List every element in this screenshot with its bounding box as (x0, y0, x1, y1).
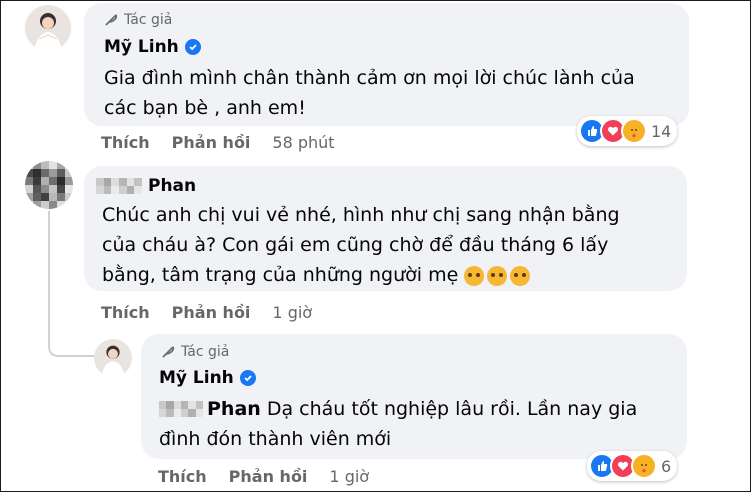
reply-button[interactable]: Phản hồi (229, 467, 308, 486)
like-button[interactable]: Thích (158, 467, 207, 486)
reply-thread-line (48, 211, 95, 357)
commenter-name[interactable]: Phan (96, 176, 196, 196)
reply-button[interactable]: Phản hồi (172, 303, 251, 322)
feather-icon (105, 14, 118, 26)
commenter-name[interactable]: Mỹ Linh (159, 368, 256, 388)
comment-bubble: Phan Chúc anh chị vui vẻ nhé, hình như c… (84, 166, 687, 291)
heart-face-emoji-icon (464, 265, 485, 286)
comment-text-line: của cháu à? Con gái em cũng chờ để đầu t… (102, 234, 609, 256)
reply-actions: Thích Phản hồi 1 giờ (158, 467, 369, 486)
comment-text: Chúc anh chị vui vẻ nhé, hình như chị sa… (102, 200, 682, 290)
feather-icon (162, 346, 175, 358)
avatar-my-linh[interactable] (94, 339, 132, 377)
comment-timestamp[interactable]: 1 giờ (272, 303, 312, 322)
comment-bubble: Tác giả Mỹ Linh Gia đình mình chân thành… (84, 3, 689, 126)
comment-actions: Thích Phản hồi 1 giờ (101, 303, 312, 322)
avatar-pixelated[interactable] (25, 161, 73, 209)
avatar-my-linh[interactable] (25, 5, 71, 51)
reaction-summary[interactable]: 14 (577, 116, 678, 146)
like-button[interactable]: Thích (101, 303, 150, 322)
comment-actions: Thích Phản hồi 58 phút (101, 133, 335, 152)
reaction-count: 6 (661, 456, 672, 476)
comment-text-line: Gia đình mình chân thành cảm ơn mọi lời … (104, 67, 635, 89)
heart-face-emoji-icon (487, 265, 508, 286)
blurred-mention-prefix (159, 401, 203, 417)
comment-text-line: Chúc anh chị vui vẻ nhé, hình như chị sa… (102, 204, 620, 226)
comment-timestamp[interactable]: 1 giờ (329, 467, 369, 486)
verified-badge-icon (239, 370, 256, 386)
reaction-summary[interactable]: 6 (587, 451, 678, 481)
comment-text: Gia đình mình chân thành cảm ơn mọi lời … (104, 63, 684, 123)
comment-text-line: Phan Dạ cháu tốt nghiệp lâu rồi. Lần nay… (159, 394, 679, 424)
reaction-count: 14 (651, 121, 672, 141)
commenter-name[interactable]: Mỹ Linh (104, 37, 201, 57)
comment-text: Phan Dạ cháu tốt nghiệp lâu rồi. Lần nay… (159, 394, 679, 454)
care-reaction-icon (631, 453, 657, 479)
blurred-name-prefix (96, 178, 142, 194)
author-badge: Tác giả (161, 344, 229, 360)
author-badge: Tác giả (104, 12, 172, 28)
author-badge-label: Tác giả (181, 344, 230, 360)
mention-link[interactable]: Phan (207, 394, 261, 424)
verified-badge-icon (184, 39, 201, 55)
avatar-portrait-icon (34, 13, 62, 51)
commenter-name-label[interactable]: Phan (148, 176, 196, 196)
avatar-portrait-icon (101, 345, 125, 377)
commenter-name-label[interactable]: Mỹ Linh (104, 37, 179, 57)
heart-face-emoji-icon (510, 265, 531, 286)
like-button[interactable]: Thích (101, 133, 150, 152)
commenter-name-label[interactable]: Mỹ Linh (159, 368, 234, 388)
comment-timestamp[interactable]: 58 phút (272, 133, 334, 152)
care-reaction-icon (621, 118, 647, 144)
comment-text-line: bằng, tâm trạng của những người mẹ (102, 260, 682, 290)
author-badge-label: Tác giả (124, 12, 173, 28)
reply-bubble: Tác giả Mỹ Linh Phan Dạ cháu tốt nghiệp … (141, 334, 687, 459)
reply-button[interactable]: Phản hồi (172, 133, 251, 152)
comment-text-line: đình đón thành viên mới (159, 428, 392, 450)
